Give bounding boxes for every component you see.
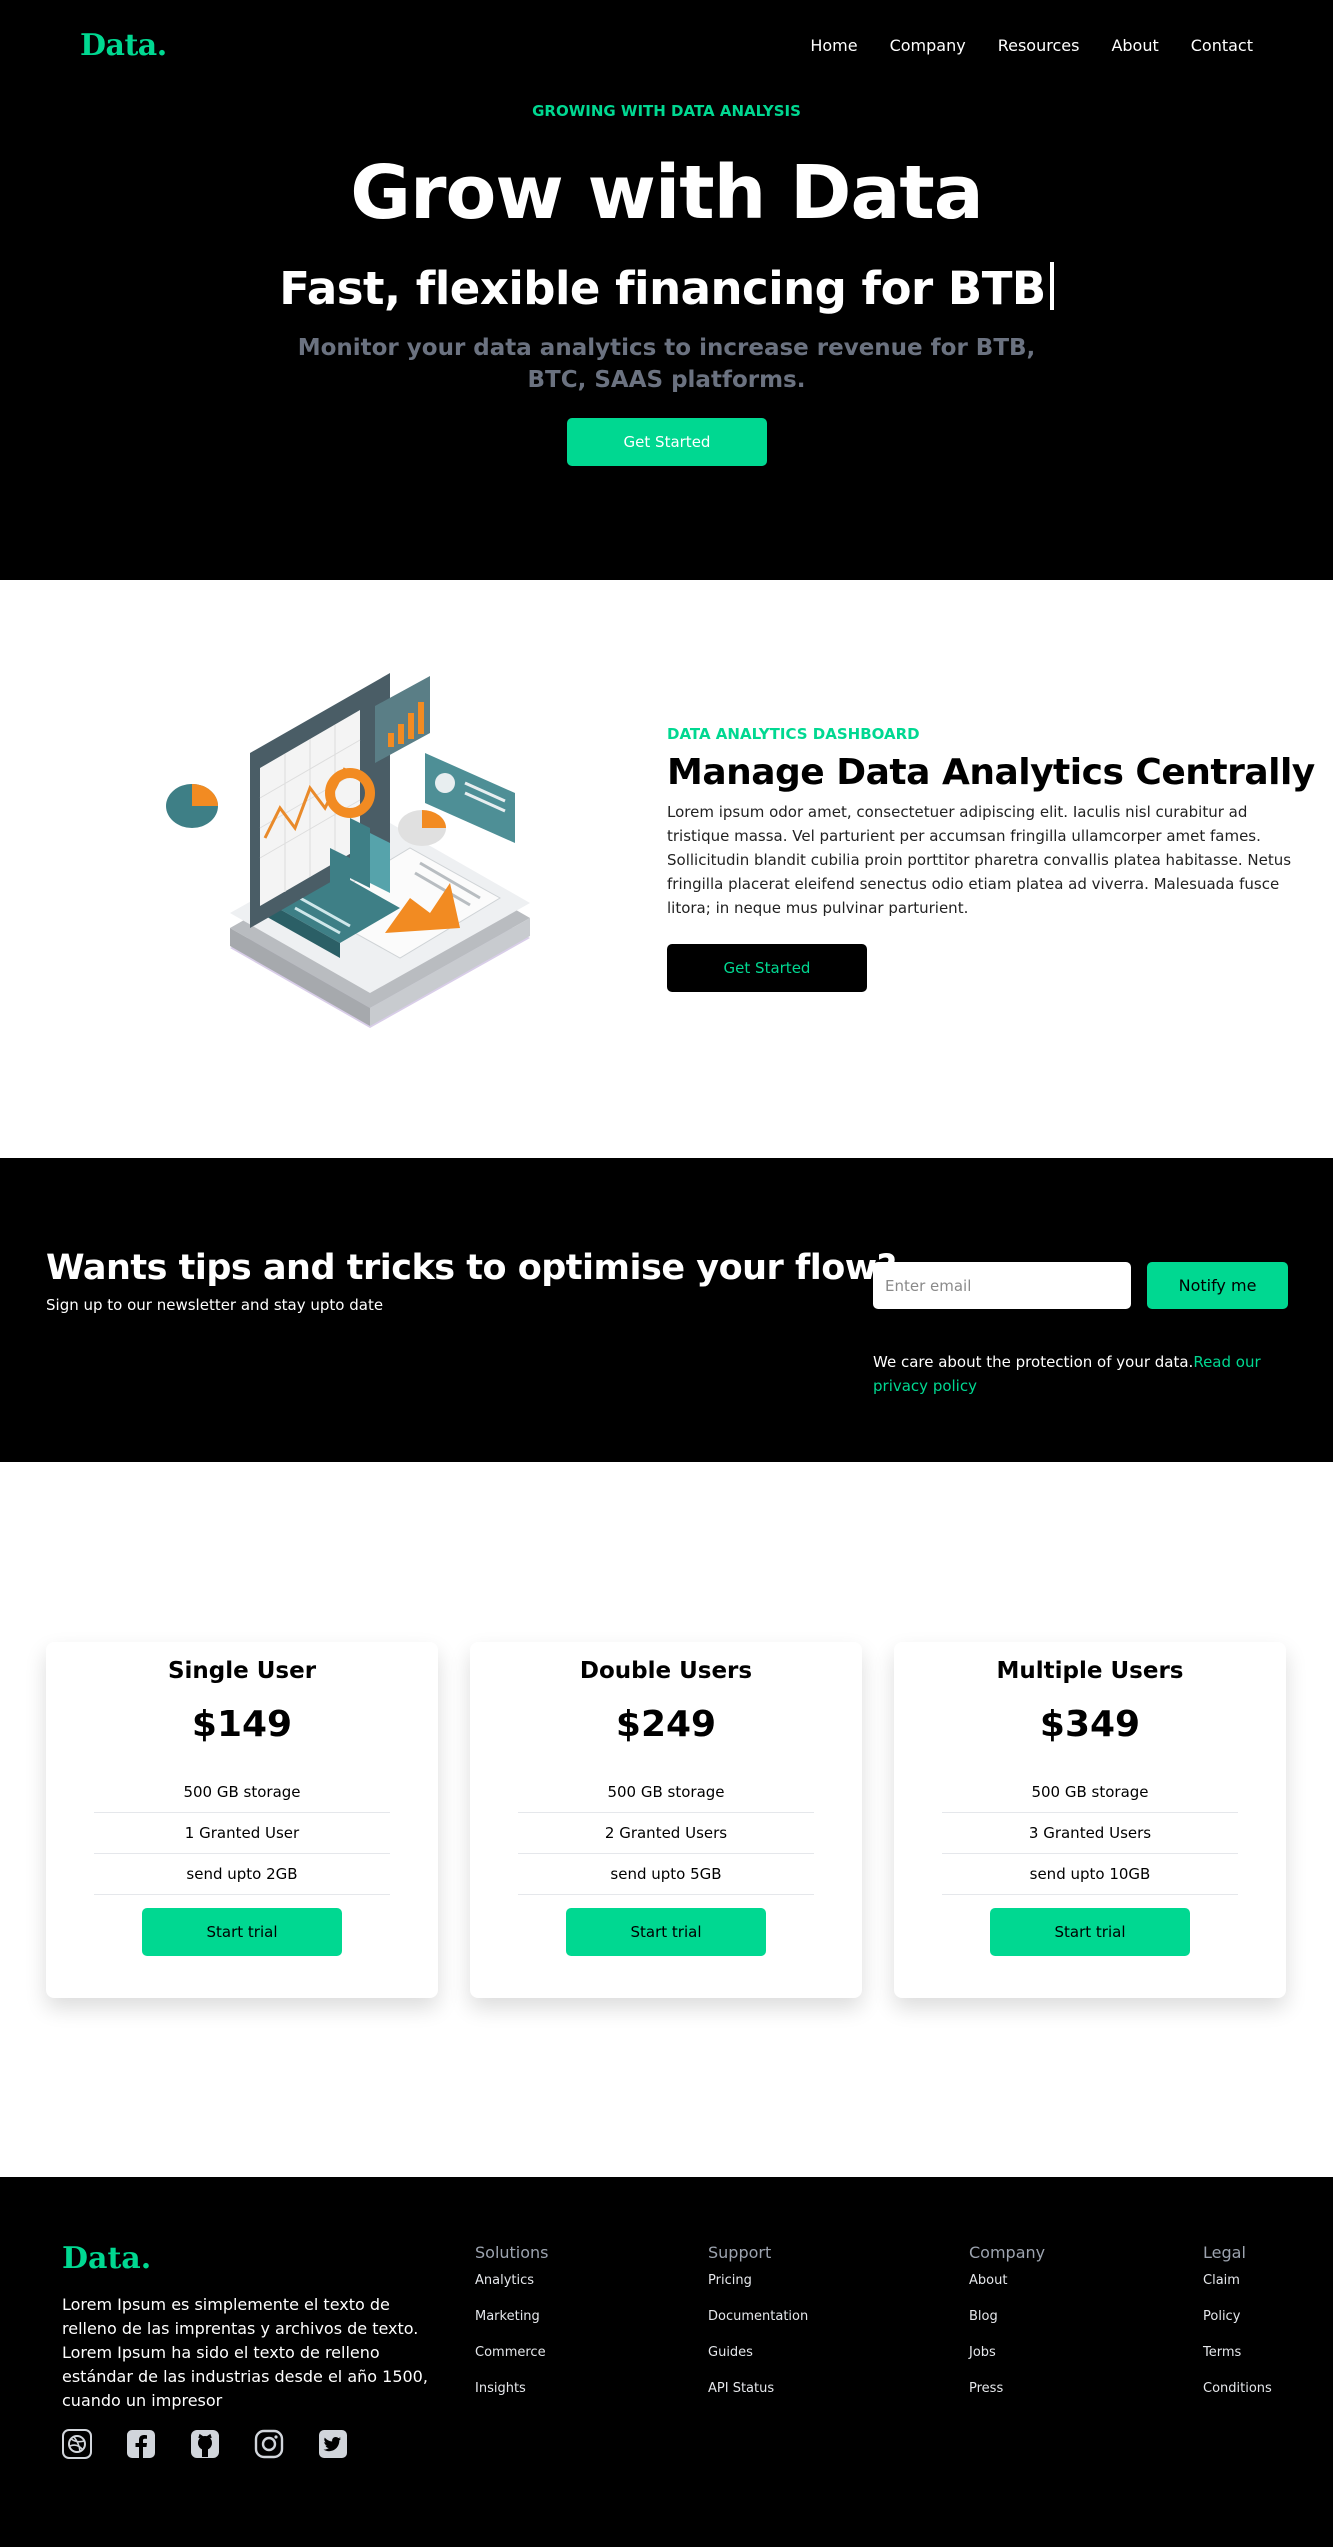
social-links <box>62 2429 348 2459</box>
footer-link[interactable]: Policy <box>1203 2308 1272 2344</box>
plan-price: $149 <box>191 1704 293 1745</box>
typing-caret <box>1049 262 1054 310</box>
plan-feature: 500 GB storage <box>94 1772 390 1813</box>
footer-link[interactable]: API Status <box>708 2380 808 2416</box>
plan-feature: send upto 5GB <box>518 1854 814 1895</box>
pricing-card-single: Single User $149 500 GB storage 1 Grante… <box>46 1642 438 1998</box>
start-trial-button[interactable]: Start trial <box>990 1908 1190 1956</box>
footer-col-company: Company About Blog Jobs Press <box>969 2243 1045 2416</box>
facebook-icon[interactable] <box>126 2429 156 2459</box>
hero-get-started-button[interactable]: Get Started <box>567 418 767 466</box>
nav-contact[interactable]: Contact <box>1191 36 1253 55</box>
analytics-eyebrow: DATA ANALYTICS DASHBOARD <box>667 725 920 743</box>
footer-col-support: Support Pricing Documentation Guides API… <box>708 2243 808 2416</box>
plan-feature: 1 Granted User <box>94 1813 390 1854</box>
footer-link[interactable]: Pricing <box>708 2272 808 2308</box>
plan-name: Single User <box>167 1658 317 1684</box>
plan-name: Double Users <box>579 1658 753 1684</box>
instagram-icon[interactable] <box>254 2429 284 2459</box>
footer-link[interactable]: Conditions <box>1203 2380 1272 2416</box>
privacy-note: We care about the protection of your dat… <box>873 1350 1293 1398</box>
plan-feature: send upto 10GB <box>942 1854 1238 1895</box>
footer-link[interactable]: Marketing <box>475 2308 549 2344</box>
nav-home[interactable]: Home <box>810 36 857 55</box>
footer-logo[interactable]: Data. <box>62 2241 151 2276</box>
footer-link[interactable]: Jobs <box>969 2344 1045 2380</box>
newsletter-subtitle: Sign up to our newsletter and stay upto … <box>46 1296 384 1314</box>
hero-subtitle: Fast, flexible financing for BTB <box>0 262 1333 315</box>
analytics-get-started-button[interactable]: Get Started <box>667 944 867 992</box>
analytics-dashboard-illustration <box>166 673 530 1028</box>
analytics-section: DATA ANALYTICS DASHBOARD Manage Data Ana… <box>0 580 1333 1158</box>
footer-link[interactable]: Press <box>969 2380 1045 2416</box>
footer-link[interactable]: Analytics <box>475 2272 549 2308</box>
footer: Data. Lorem Ipsum es simplemente el text… <box>0 2177 1333 2547</box>
footer-link[interactable]: Terms <box>1203 2344 1272 2380</box>
pricing-card-multiple: Multiple Users $349 500 GB storage 3 Gra… <box>894 1642 1286 1998</box>
nav-resources[interactable]: Resources <box>998 36 1080 55</box>
logo[interactable]: Data. <box>80 28 167 63</box>
hero-section: Data. Home Company Resources About Conta… <box>0 0 1333 580</box>
nav-company[interactable]: Company <box>890 36 966 55</box>
hero-subtitle-text: Fast, flexible financing for BTB <box>279 262 1046 315</box>
newsletter-section: Wants tips and tricks to optimise your f… <box>0 1158 1333 1462</box>
privacy-note-text: We care about the protection of your dat… <box>873 1353 1194 1371</box>
main-nav: Home Company Resources About Contact <box>810 36 1253 55</box>
hero-description: Monitor your data analytics to increase … <box>297 335 1036 393</box>
pricing-section: Single User $149 500 GB storage 1 Grante… <box>0 1462 1333 2177</box>
notify-me-button[interactable]: Notify me <box>1147 1262 1288 1309</box>
plan-feature: 3 Granted Users <box>942 1813 1238 1854</box>
plan-price: $249 <box>615 1704 717 1745</box>
plan-feature: send upto 2GB <box>94 1854 390 1895</box>
start-trial-button[interactable]: Start trial <box>566 1908 766 1956</box>
hero-eyebrow: GROWING WITH DATA ANALYSIS <box>532 102 801 120</box>
footer-col-title: Company <box>969 2243 1046 2262</box>
pricing-card-double: Double Users $249 500 GB storage 2 Grant… <box>470 1642 862 1998</box>
footer-col-title: Support <box>708 2243 772 2262</box>
footer-link[interactable]: Commerce <box>475 2344 549 2380</box>
footer-link[interactable]: Guides <box>708 2344 808 2380</box>
email-input[interactable] <box>873 1262 1131 1309</box>
dribbble-icon[interactable] <box>62 2429 92 2459</box>
github-icon[interactable] <box>190 2429 220 2459</box>
start-trial-button[interactable]: Start trial <box>142 1908 342 1956</box>
plan-feature: 500 GB storage <box>518 1772 814 1813</box>
footer-link[interactable]: About <box>969 2272 1045 2308</box>
footer-link[interactable]: Blog <box>969 2308 1045 2344</box>
newsletter-title: Wants tips and tricks to optimise your f… <box>46 1248 897 1288</box>
analytics-body: Lorem ipsum odor amet, consectetuer adip… <box>667 803 1292 917</box>
plan-price: $349 <box>1039 1704 1141 1745</box>
analytics-title: Manage Data Analytics Centrally <box>667 752 1315 793</box>
footer-link[interactable]: Documentation <box>708 2308 808 2344</box>
footer-col-title: Solutions <box>475 2243 549 2262</box>
hero-title: Grow with Data <box>350 150 983 236</box>
nav-about[interactable]: About <box>1111 36 1158 55</box>
plan-feature: 500 GB storage <box>942 1772 1238 1813</box>
footer-col-legal: Legal Claim Policy Terms Conditions <box>1203 2243 1272 2416</box>
footer-description: Lorem Ipsum es simplemente el texto de r… <box>62 2295 428 2410</box>
footer-link[interactable]: Claim <box>1203 2272 1272 2308</box>
footer-col-title: Legal <box>1203 2243 1246 2262</box>
plan-feature: 2 Granted Users <box>518 1813 814 1854</box>
twitter-icon[interactable] <box>318 2429 348 2459</box>
footer-col-solutions: Solutions Analytics Marketing Commerce I… <box>475 2243 549 2416</box>
plan-name: Multiple Users <box>996 1658 1184 1684</box>
footer-link[interactable]: Insights <box>475 2380 549 2416</box>
